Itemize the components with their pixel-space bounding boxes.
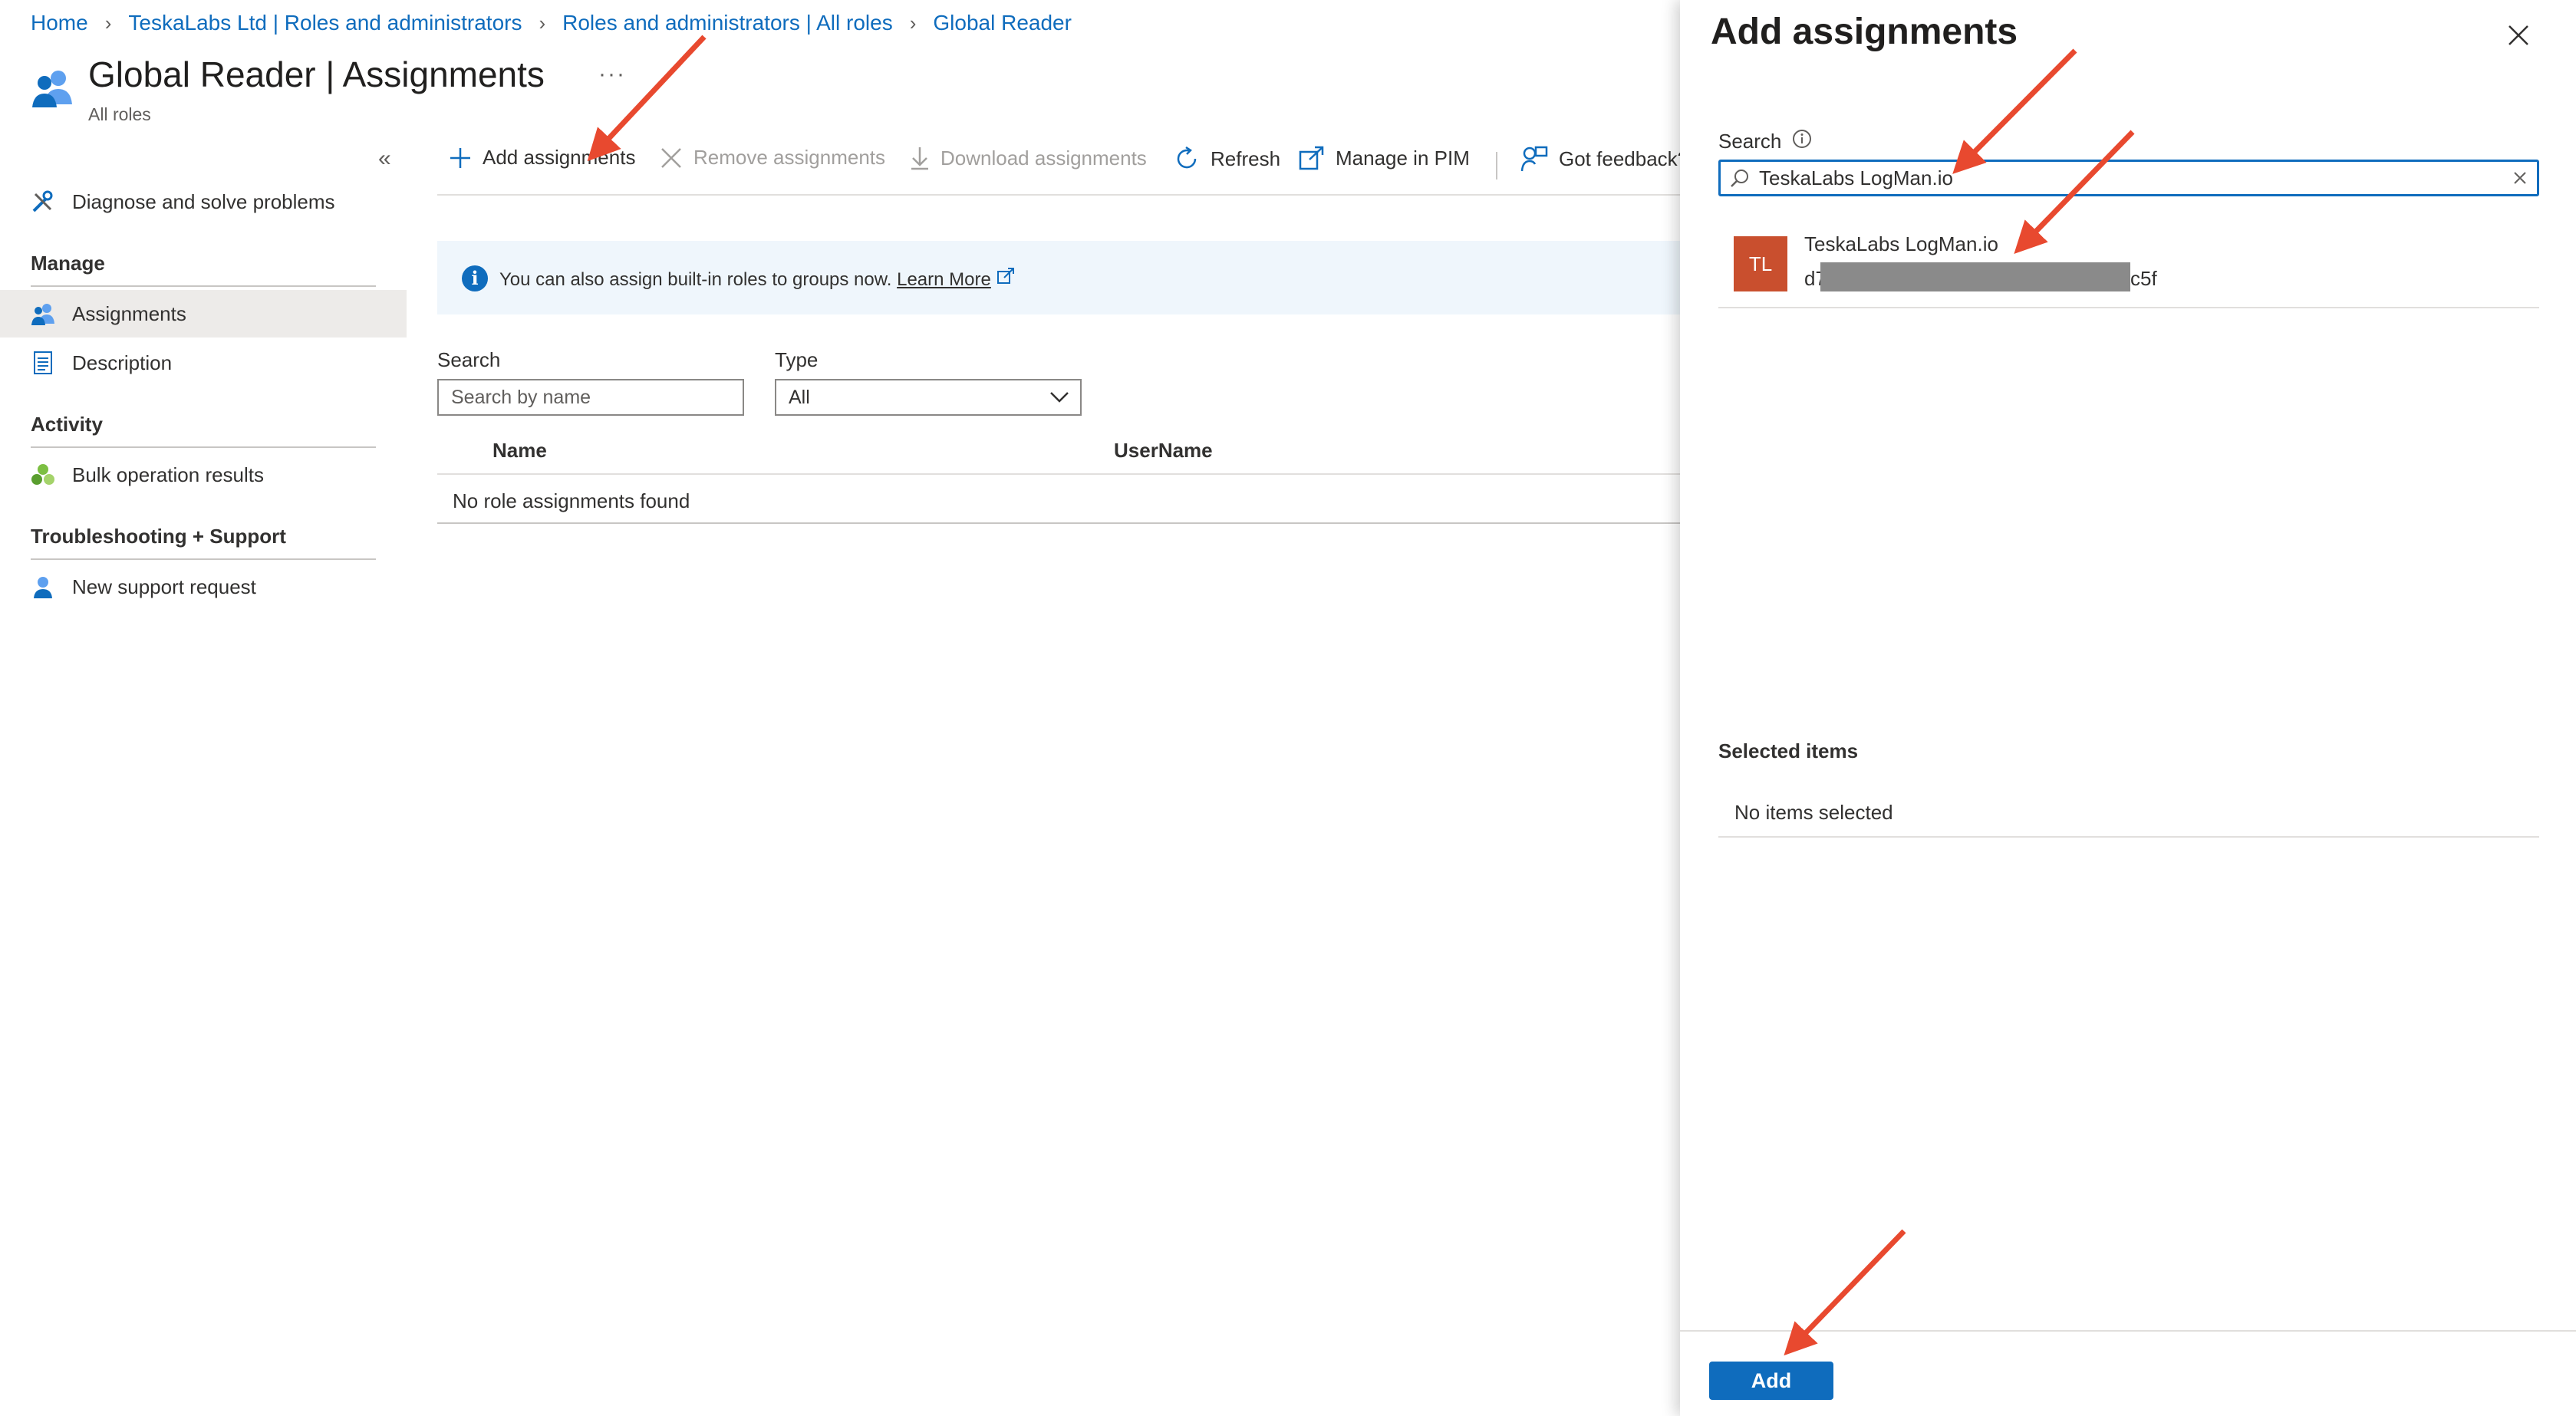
support-person-icon (29, 573, 57, 601)
got-feedback-label: Got feedback? (1559, 147, 1689, 170)
table-bottom-divider (437, 522, 1680, 524)
chevron-right-icon: › (104, 11, 112, 35)
banner-message: You can also assign built-in roles to gr… (499, 269, 892, 290)
collapse-sidebar-icon[interactable]: « (378, 146, 391, 172)
more-options-icon[interactable]: ··· (598, 61, 626, 87)
info-icon: i (462, 265, 488, 291)
breadcrumb-home[interactable]: Home (31, 11, 88, 35)
type-label: Type (775, 348, 819, 371)
toolbar-separator (1496, 152, 1497, 179)
avatar: TL (1734, 236, 1787, 291)
divider (31, 446, 376, 448)
column-header-username[interactable]: UserName (1114, 439, 1213, 463)
result-name: TeskaLabs LogMan.io (1804, 232, 1998, 255)
selected-items-empty: No items selected (1734, 801, 1893, 824)
selected-divider (1718, 836, 2539, 838)
sidebar-item-assignments[interactable]: Assignments (0, 290, 407, 338)
wrench-icon (29, 188, 57, 216)
chevron-right-icon: › (909, 11, 917, 35)
clear-search-icon[interactable] (2512, 170, 2528, 186)
refresh-button[interactable]: Refresh (1174, 146, 1280, 172)
external-link-icon (1299, 146, 1325, 170)
annotation-arrow (587, 35, 707, 162)
sidebar-item-label: New support request (72, 575, 256, 598)
divider (31, 558, 376, 560)
add-assignments-panel (1680, 0, 2576, 1416)
users-role-icon (29, 66, 75, 113)
info-banner-text: You can also assign built-in roles to gr… (499, 267, 1015, 291)
document-icon (29, 349, 57, 377)
breadcrumb: Home › TeskaLabs Ltd | Roles and adminis… (31, 11, 1072, 35)
section-activity: Activity (31, 413, 103, 436)
sidebar-item-label: Assignments (72, 301, 186, 325)
search-label: Search (437, 348, 501, 371)
type-dropdown-value: All (789, 386, 810, 408)
panel-search-label-text: Search (1718, 130, 1782, 153)
result-divider (1718, 307, 2539, 308)
refresh-icon (1174, 146, 1200, 172)
breadcrumb-global-reader[interactable]: Global Reader (933, 11, 1072, 35)
section-manage: Manage (31, 252, 105, 275)
download-icon (910, 146, 930, 170)
toolbar-divider (437, 194, 1680, 196)
search-input[interactable]: Search by name (437, 379, 744, 416)
got-feedback-button[interactable]: Got feedback? (1520, 146, 1688, 172)
download-assignments-button[interactable]: Download assignments (910, 146, 1147, 170)
chevron-down-icon (1049, 387, 1069, 409)
feedback-icon (1520, 146, 1548, 172)
result-id-suffix: c5f (2130, 267, 2157, 290)
manage-in-pim-label: Manage in PIM (1336, 146, 1470, 170)
sidebar-item-bulk[interactable]: Bulk operation results (0, 451, 407, 499)
sidebar-item-label: Diagnose and solve problems (72, 189, 335, 213)
empty-table-message: No role assignments found (453, 489, 690, 512)
type-dropdown[interactable]: All (775, 379, 1082, 416)
close-icon (660, 147, 683, 170)
section-troubleshooting: Troubleshooting + Support (31, 525, 286, 548)
search-icon (1730, 168, 1750, 188)
learn-more-link[interactable]: Learn More (897, 269, 991, 290)
sidebar-item-label: Bulk operation results (72, 463, 265, 486)
bulk-operation-icon (29, 461, 57, 489)
sidebar-item-description[interactable]: Description (0, 339, 407, 387)
panel-footer-divider (1680, 1330, 2576, 1332)
sidebar-item-label: Description (72, 351, 173, 374)
column-header-name[interactable]: Name (492, 439, 547, 463)
manage-in-pim-button[interactable]: Manage in PIM (1299, 146, 1470, 170)
panel-search-input[interactable]: TeskaLabs LogMan.io (1718, 160, 2539, 196)
redacted-id (1820, 262, 2130, 291)
sidebar-item-support[interactable]: New support request (0, 563, 407, 611)
selected-items-heading: Selected items (1718, 739, 1859, 762)
plus-icon (449, 147, 472, 170)
remove-assignments-button[interactable]: Remove assignments (660, 146, 885, 170)
divider (31, 285, 376, 287)
breadcrumb-roles-admins[interactable]: TeskaLabs Ltd | Roles and administrators (128, 11, 522, 35)
chevron-right-icon: › (539, 11, 546, 35)
table-header-divider (437, 473, 1680, 475)
add-assignments-button[interactable]: Add assignments (449, 146, 635, 170)
panel-search-label: Search (1718, 129, 1812, 154)
remove-assignments-label: Remove assignments (693, 146, 885, 169)
page-title: Global Reader | Assignments (88, 54, 545, 94)
info-outline-icon[interactable] (1792, 129, 1812, 154)
page-subtitle: All roles (88, 104, 151, 124)
close-panel-icon[interactable] (2507, 20, 2530, 54)
add-button[interactable]: Add (1709, 1362, 1833, 1400)
users-icon (29, 300, 57, 328)
download-assignments-label: Download assignments (940, 146, 1147, 170)
sidebar-item-diagnose[interactable]: Diagnose and solve problems (0, 178, 407, 226)
external-link-icon (996, 268, 1015, 290)
refresh-label: Refresh (1211, 147, 1281, 170)
panel-title: Add assignments (1711, 12, 2018, 52)
add-assignments-label: Add assignments (483, 146, 636, 169)
panel-search-value: TeskaLabs LogMan.io (1759, 166, 1953, 189)
breadcrumb-all-roles[interactable]: Roles and administrators | All roles (562, 11, 893, 35)
